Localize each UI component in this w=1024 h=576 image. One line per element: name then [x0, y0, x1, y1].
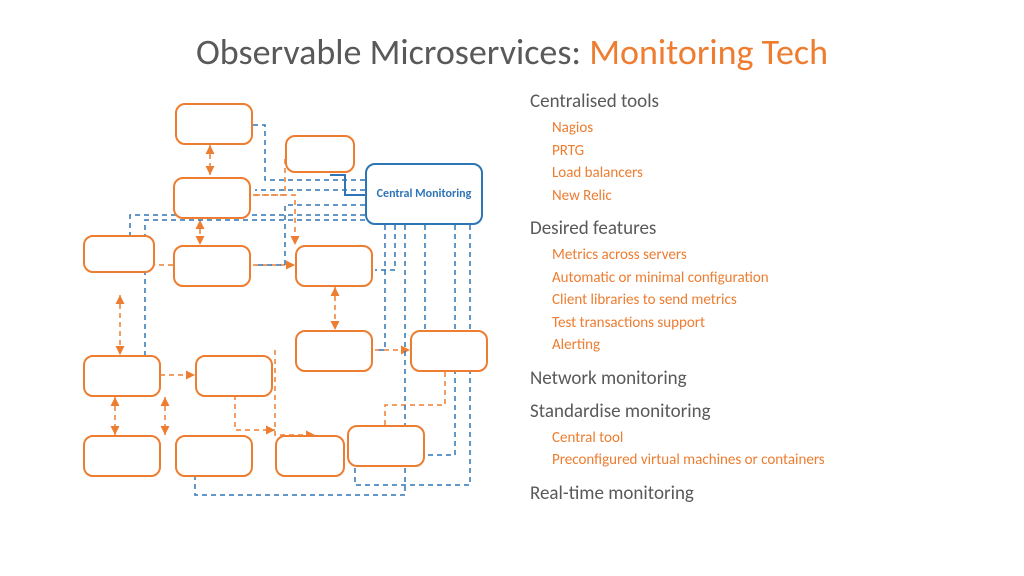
- service-node: [347, 425, 425, 467]
- service-node: [195, 355, 273, 397]
- service-node: [173, 177, 251, 219]
- list-item: Test transactions support: [552, 312, 1000, 335]
- section-heading: Standardise monitoring: [530, 400, 1000, 423]
- list-item: Alerting: [552, 334, 1000, 357]
- service-node: [83, 355, 161, 397]
- section-heading: Centralised tools: [530, 90, 1000, 113]
- content-list: Centralised tools Nagios PRTG Load balan…: [530, 90, 1000, 509]
- title-prefix: Observable Microservices:: [196, 30, 589, 74]
- list-item: New Relic: [552, 185, 1000, 208]
- section-items: Metrics across servers Automatic or mini…: [530, 244, 1000, 357]
- section-heading: Real-time monitoring: [530, 482, 1000, 505]
- service-node: [175, 435, 253, 477]
- service-node: [175, 103, 253, 145]
- slide-title: Observable Microservices: Monitoring Tec…: [0, 30, 1024, 74]
- central-monitoring-label: Central Monitoring: [377, 187, 472, 201]
- section-heading: Desired features: [530, 217, 1000, 240]
- list-item: Automatic or minimal configuration: [552, 267, 1000, 290]
- section-items: Nagios PRTG Load balancers New Relic: [530, 117, 1000, 207]
- list-item: Preconfigured virtual machines or contai…: [552, 449, 1000, 472]
- list-item: Client libraries to send metrics: [552, 289, 1000, 312]
- service-node: [410, 330, 488, 372]
- title-accent: Monitoring Tech: [589, 30, 828, 74]
- list-item: Central tool: [552, 427, 1000, 450]
- service-node: [295, 330, 373, 372]
- service-node: [83, 435, 161, 477]
- list-item: PRTG: [552, 140, 1000, 163]
- service-node: [83, 235, 155, 273]
- section-items: Central tool Preconfigured virtual machi…: [530, 427, 1000, 472]
- list-item: Load balancers: [552, 162, 1000, 185]
- central-monitoring-node: Central Monitoring: [365, 163, 483, 225]
- architecture-diagram: Central Monitoring: [75, 95, 515, 525]
- list-item: Metrics across servers: [552, 244, 1000, 267]
- list-item: Nagios: [552, 117, 1000, 140]
- service-node: [295, 245, 373, 287]
- slide: Observable Microservices: Monitoring Tec…: [0, 0, 1024, 576]
- section-heading: Network monitoring: [530, 367, 1000, 390]
- service-node: [285, 135, 355, 173]
- service-node: [173, 245, 251, 287]
- service-node: [275, 435, 345, 477]
